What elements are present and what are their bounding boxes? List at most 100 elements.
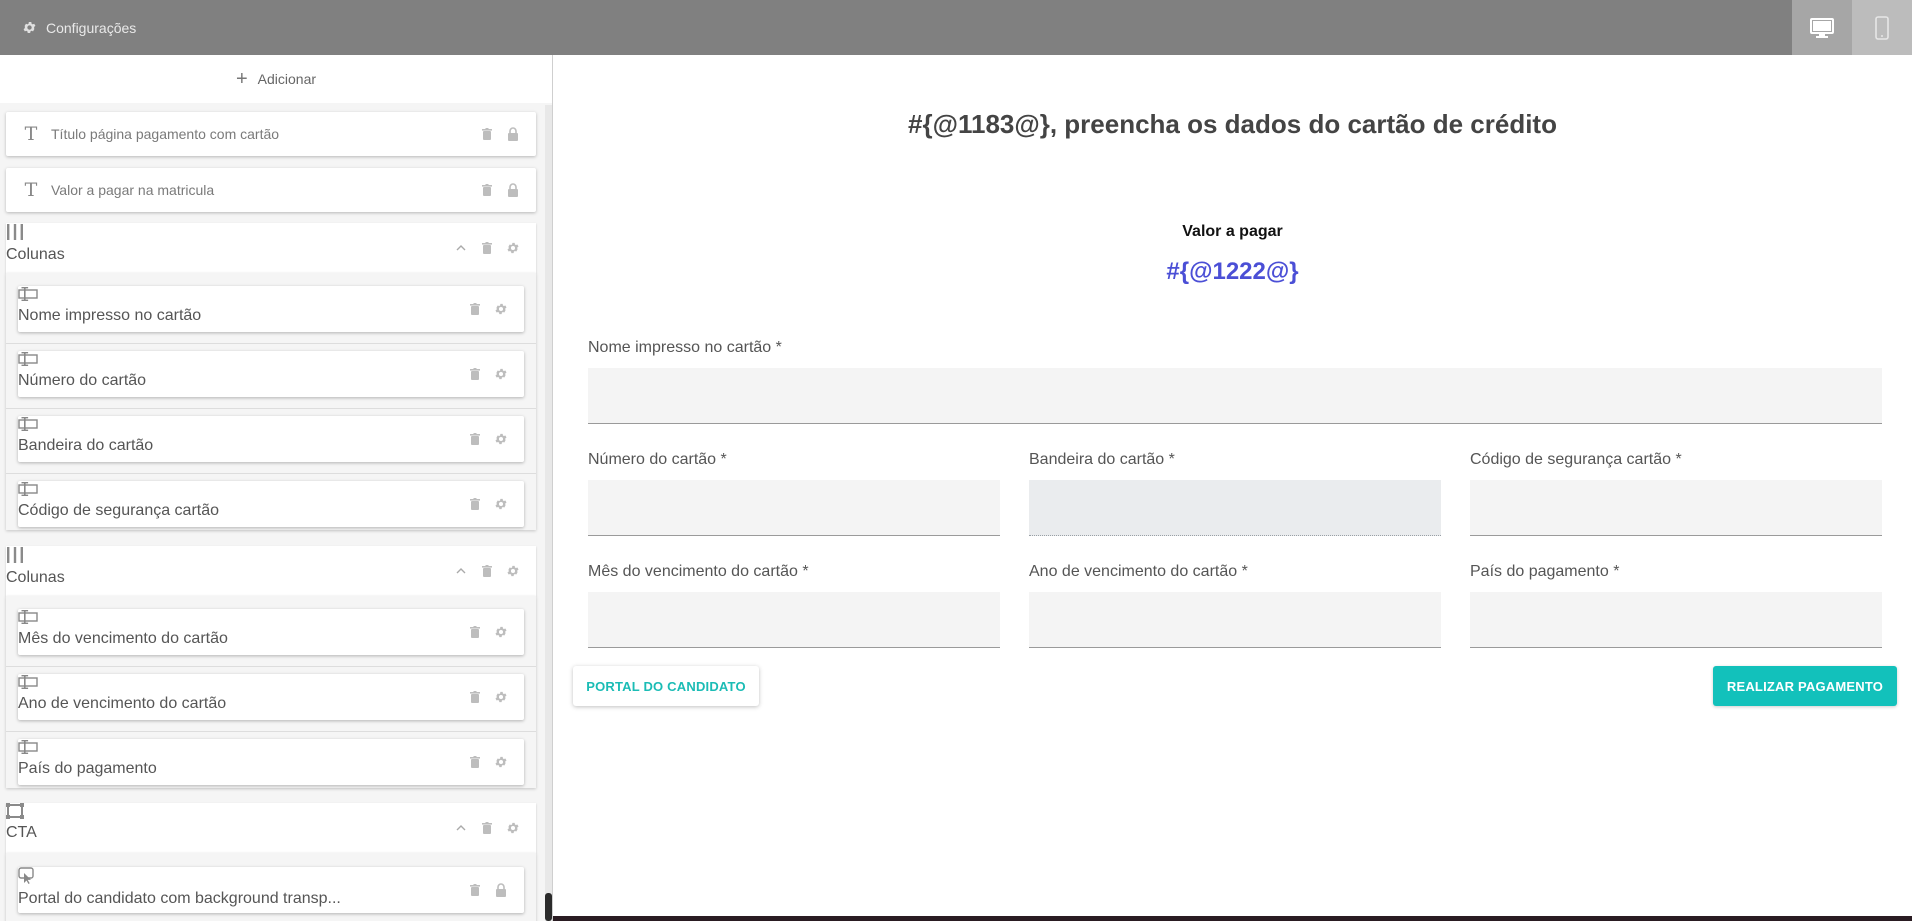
gear-icon: [23, 22, 36, 33]
page-preview: #{@1183@}, preencha os dados do cartão d…: [553, 55, 1912, 921]
amount-label: Valor a pagar: [1182, 223, 1283, 240]
exp-year-label: Ano de vencimento do cartão *: [1029, 563, 1248, 580]
gear-icon[interactable]: [500, 241, 526, 255]
gear-icon[interactable]: [488, 367, 514, 381]
page-title: #{@1183@}, preencha os dados do cartão d…: [908, 109, 1557, 139]
item-actions: [462, 416, 514, 462]
trash-icon[interactable]: [462, 498, 488, 510]
trash-icon[interactable]: [474, 565, 500, 577]
divider: [6, 731, 536, 732]
text-icon: T: [24, 179, 38, 201]
cta-icon: [6, 803, 36, 824]
group-children: Mês do vencimento do cartão Ano de venci…: [6, 596, 536, 788]
field-label: Ano de vencimento do cartão: [18, 695, 227, 712]
group-children: Portal do candidato com background trans…: [6, 853, 536, 921]
sidebar-item-field[interactable]: Bandeira do cartão: [18, 416, 524, 462]
gear-icon[interactable]: [488, 625, 514, 639]
sidebar-group-columns-1[interactable]: Colunas: [6, 223, 536, 273]
divider: [6, 666, 536, 667]
item-actions: [462, 351, 514, 397]
sidebar-item-field[interactable]: Nome impresso no cartão: [18, 286, 524, 332]
trash-icon[interactable]: [462, 303, 488, 315]
card-brand-select[interactable]: [1029, 480, 1441, 536]
chevron-up-icon[interactable]: [448, 825, 474, 831]
cvv-input[interactable]: [1470, 480, 1882, 536]
item-actions: [462, 481, 514, 527]
sidebar-scrollbar-thumb[interactable]: [545, 893, 552, 921]
exp-month-label: Mês do vencimento do cartão *: [588, 563, 809, 580]
trash-icon[interactable]: [474, 822, 500, 834]
gear-icon[interactable]: [488, 432, 514, 446]
sidebar-item-title[interactable]: T Título página pagamento com cartão: [6, 112, 536, 156]
sidebar-item-cta-button[interactable]: Portal do candidato com background trans…: [18, 867, 524, 913]
item-actions: [462, 609, 514, 655]
lock-icon[interactable]: [500, 127, 526, 141]
sidebar-item-label: Valor a pagar na matricula: [51, 182, 215, 198]
sidebar-item-amount[interactable]: T Valor a pagar na matricula: [6, 168, 536, 212]
card-name-input[interactable]: [588, 368, 1882, 424]
item-actions: [462, 739, 514, 785]
sidebar-item-label: Título página pagamento com cartão: [51, 126, 280, 142]
sidebar-item-field[interactable]: Código de segurança cartão: [18, 481, 524, 527]
sidebar-item-field[interactable]: Mês do vencimento do cartão: [18, 609, 524, 655]
add-button[interactable]: + Adicionar: [0, 55, 552, 103]
lock-icon[interactable]: [500, 183, 526, 197]
button-style-icon: [18, 867, 44, 890]
pay-button[interactable]: REALIZAR PAGAMENTO: [1713, 666, 1897, 706]
field-label: Bandeira do cartão: [18, 437, 154, 454]
amount-value: #{@1222@}: [1166, 258, 1299, 285]
field-label: País do pagamento: [18, 760, 157, 777]
field-label: Portal do candidato com background trans…: [18, 890, 341, 907]
desktop-view-button[interactable]: [1792, 0, 1852, 55]
gear-icon[interactable]: [488, 302, 514, 316]
country-input[interactable]: [1470, 592, 1882, 648]
input-field-icon: [18, 351, 44, 372]
input-field-icon: [18, 416, 44, 437]
trash-icon[interactable]: [474, 184, 500, 196]
trash-icon[interactable]: [462, 368, 488, 380]
trash-icon[interactable]: [462, 691, 488, 703]
trash-icon[interactable]: [462, 626, 488, 638]
divider: [6, 473, 536, 474]
sidebar-item-field[interactable]: Número do cartão: [18, 351, 524, 397]
columns-icon: [6, 546, 36, 569]
item-actions: [462, 674, 514, 720]
card-number-input[interactable]: [588, 480, 1000, 536]
input-field-icon: [18, 286, 44, 307]
group-actions: [448, 546, 526, 596]
input-field-icon: [18, 739, 44, 760]
trash-icon[interactable]: [462, 433, 488, 445]
trash-icon[interactable]: [462, 884, 488, 896]
add-label: Adicionar: [257, 71, 317, 87]
sidebar-item-field[interactable]: Ano de vencimento do cartão: [18, 674, 524, 720]
sidebar-group-columns-2[interactable]: Colunas: [6, 546, 536, 596]
field-label: Nome impresso no cartão: [18, 307, 202, 324]
card-brand-label: Bandeira do cartão *: [1029, 451, 1175, 468]
gear-icon[interactable]: [488, 497, 514, 511]
gear-icon[interactable]: [488, 690, 514, 704]
chevron-up-icon[interactable]: [448, 245, 474, 251]
gear-icon[interactable]: [500, 821, 526, 835]
portal-button[interactable]: PORTAL DO CANDIDATO: [573, 666, 759, 706]
group-actions: [448, 803, 526, 853]
lock-icon[interactable]: [488, 883, 514, 897]
sidebar-scrollbar-track[interactable]: [545, 105, 552, 921]
chevron-up-icon[interactable]: [448, 568, 474, 574]
settings-button[interactable]: Configurações: [22, 0, 136, 55]
top-bar: Configurações: [0, 0, 1912, 55]
trash-icon[interactable]: [462, 756, 488, 768]
text-icon: T: [24, 123, 38, 145]
sidebar-item-field[interactable]: País do pagamento: [18, 739, 524, 785]
gear-icon[interactable]: [500, 564, 526, 578]
desktop-icon: [1810, 17, 1834, 38]
gear-icon[interactable]: [488, 755, 514, 769]
exp-month-input[interactable]: [588, 592, 1000, 648]
field-label: Número do cartão: [18, 372, 147, 389]
cvv-label: Código de segurança cartão *: [1470, 451, 1682, 468]
mobile-view-button[interactable]: [1852, 0, 1912, 55]
trash-icon[interactable]: [474, 242, 500, 254]
exp-year-input[interactable]: [1029, 592, 1441, 648]
sidebar-group-cta[interactable]: CTA: [6, 803, 536, 853]
trash-icon[interactable]: [474, 128, 500, 140]
item-actions: [462, 867, 514, 913]
